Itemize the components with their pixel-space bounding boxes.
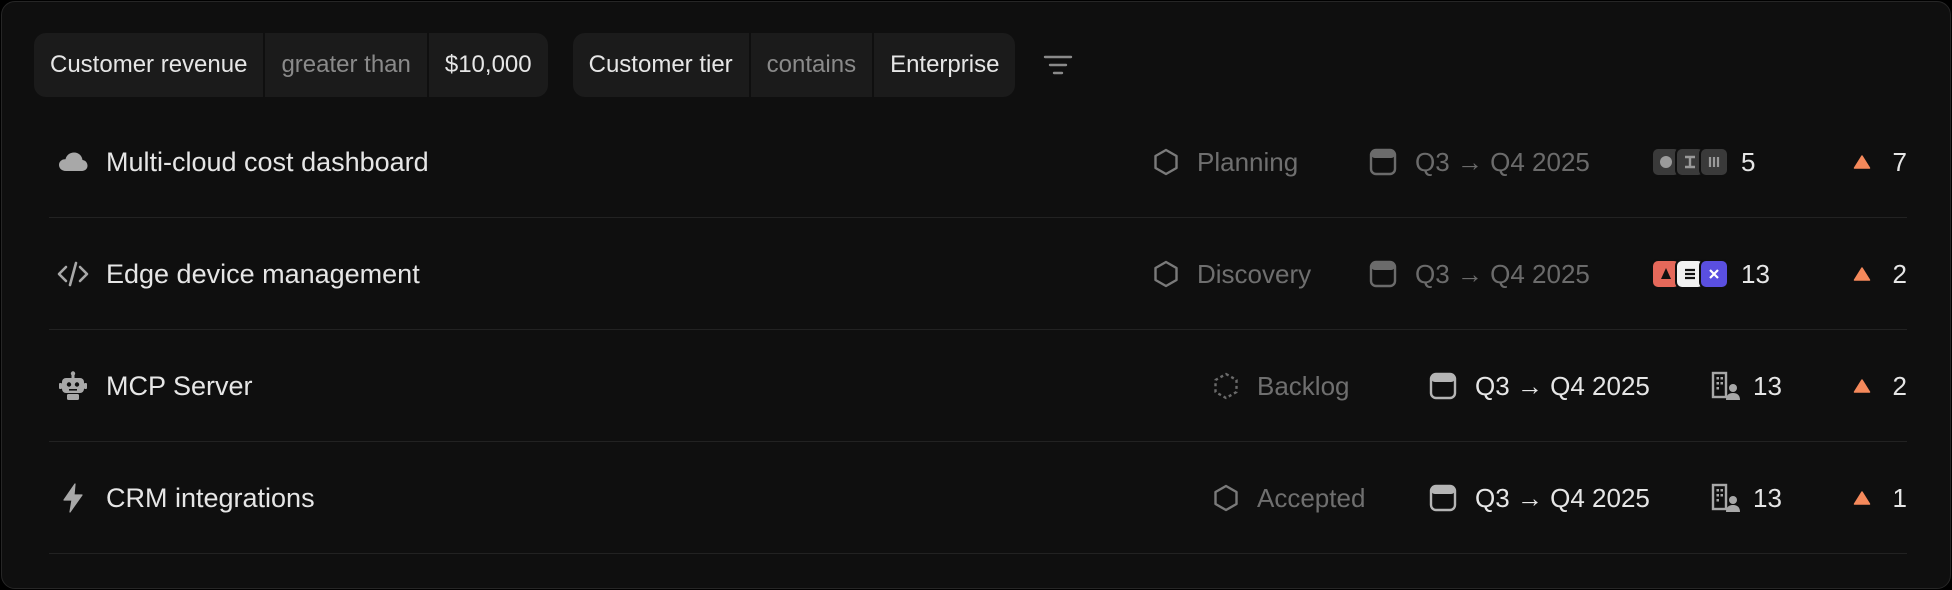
priority-up-icon	[1853, 379, 1870, 393]
filter-chip-revenue[interactable]: Customer revenue greater than $10,000	[34, 33, 548, 97]
project-title[interactable]: CRM integrations	[106, 442, 315, 554]
priority-cell[interactable]: 7	[1853, 106, 1907, 218]
filter-bar: Customer revenue greater than $10,000 Cu…	[34, 33, 1076, 97]
calendar-icon	[1429, 372, 1457, 400]
status-cell[interactable]: Backlog	[1213, 330, 1350, 442]
count-label: 13	[1753, 482, 1782, 513]
project-title[interactable]: MCP Server	[106, 330, 253, 442]
calendar-icon	[1369, 148, 1397, 176]
projects-panel: Customer revenue greater than $10,000 Cu…	[1, 1, 1951, 589]
customer-count[interactable]: 5	[1651, 106, 1755, 218]
filter-icon[interactable]	[1040, 47, 1076, 83]
avatar-stack-icon	[1651, 259, 1729, 289]
status-label: Discovery	[1197, 258, 1312, 289]
building-user-icon	[1711, 483, 1740, 512]
priority-cell[interactable]: 1	[1853, 442, 1907, 554]
timeline-label: Q3 → Q4 2025	[1475, 482, 1650, 513]
timeline-cell[interactable]: Q3 → Q4 2025	[1369, 218, 1590, 330]
robot-icon	[57, 370, 89, 402]
timeline-cell[interactable]: Q3 → Q4 2025	[1429, 330, 1650, 442]
status-cell[interactable]: Accepted	[1213, 442, 1365, 554]
dashed-hexagon-icon	[1214, 372, 1238, 400]
project-title[interactable]: Edge device management	[106, 218, 420, 330]
customer-count[interactable]: 13	[1651, 218, 1770, 330]
status-label: Backlog	[1257, 370, 1350, 401]
filter-chip-tier[interactable]: Customer tier contains Enterprise	[572, 33, 1016, 97]
filter-value[interactable]: $10,000	[429, 33, 548, 97]
status-cell[interactable]: Discovery	[1153, 218, 1311, 330]
avatar-stack-icon	[1651, 147, 1729, 177]
timeline-cell[interactable]: Q3 → Q4 2025	[1369, 106, 1590, 218]
filter-value[interactable]: Enterprise	[874, 33, 1015, 97]
timeline-label: Q3 → Q4 2025	[1415, 258, 1590, 289]
code-icon	[57, 258, 89, 290]
project-row[interactable]: Edge device management Discovery Q3 → Q4…	[49, 218, 1907, 330]
timeline-cell[interactable]: Q3 → Q4 2025	[1429, 442, 1650, 554]
priority-up-icon	[1853, 267, 1870, 281]
priority-label: 2	[1892, 258, 1907, 289]
priority-cell[interactable]: 2	[1853, 330, 1907, 442]
timeline-label: Q3 → Q4 2025	[1475, 370, 1650, 401]
status-label: Accepted	[1257, 482, 1366, 513]
project-row[interactable]: Multi-cloud cost dashboard Planning Q3 →…	[49, 106, 1907, 218]
status-label: Planning	[1197, 146, 1299, 177]
status-cell[interactable]: Planning	[1153, 106, 1298, 218]
priority-up-icon	[1853, 155, 1870, 169]
project-list: Multi-cloud cost dashboard Planning Q3 →…	[49, 106, 1907, 554]
priority-label: 1	[1892, 482, 1907, 513]
count-label: 5	[1741, 146, 1756, 177]
calendar-icon	[1429, 484, 1457, 512]
hexagon-icon	[1214, 484, 1238, 512]
priority-cell[interactable]: 2	[1853, 218, 1907, 330]
cloud-icon	[57, 146, 89, 178]
hexagon-icon	[1154, 260, 1178, 288]
calendar-icon	[1369, 260, 1397, 288]
lightning-icon	[57, 482, 89, 514]
hexagon-icon	[1154, 148, 1178, 176]
project-row[interactable]: MCP Server Backlog Q3 → Q4 2025 13 2	[49, 330, 1907, 442]
project-title[interactable]: Multi-cloud cost dashboard	[106, 106, 429, 218]
priority-label: 2	[1892, 370, 1907, 401]
count-label: 13	[1741, 258, 1770, 289]
customer-count[interactable]: 13	[1711, 330, 1782, 442]
building-user-icon	[1711, 371, 1740, 400]
filter-operator[interactable]: greater than	[265, 33, 429, 97]
priority-up-icon	[1853, 491, 1870, 505]
customer-count[interactable]: 13	[1711, 442, 1782, 554]
project-row[interactable]: CRM integrations Accepted Q3 → Q4 2025 1…	[49, 442, 1907, 554]
count-label: 13	[1753, 370, 1782, 401]
filter-field[interactable]: Customer revenue	[34, 33, 266, 97]
filter-field[interactable]: Customer tier	[573, 33, 751, 97]
filter-operator[interactable]: contains	[751, 33, 875, 97]
timeline-label: Q3 → Q4 2025	[1415, 146, 1590, 177]
priority-label: 7	[1892, 146, 1907, 177]
